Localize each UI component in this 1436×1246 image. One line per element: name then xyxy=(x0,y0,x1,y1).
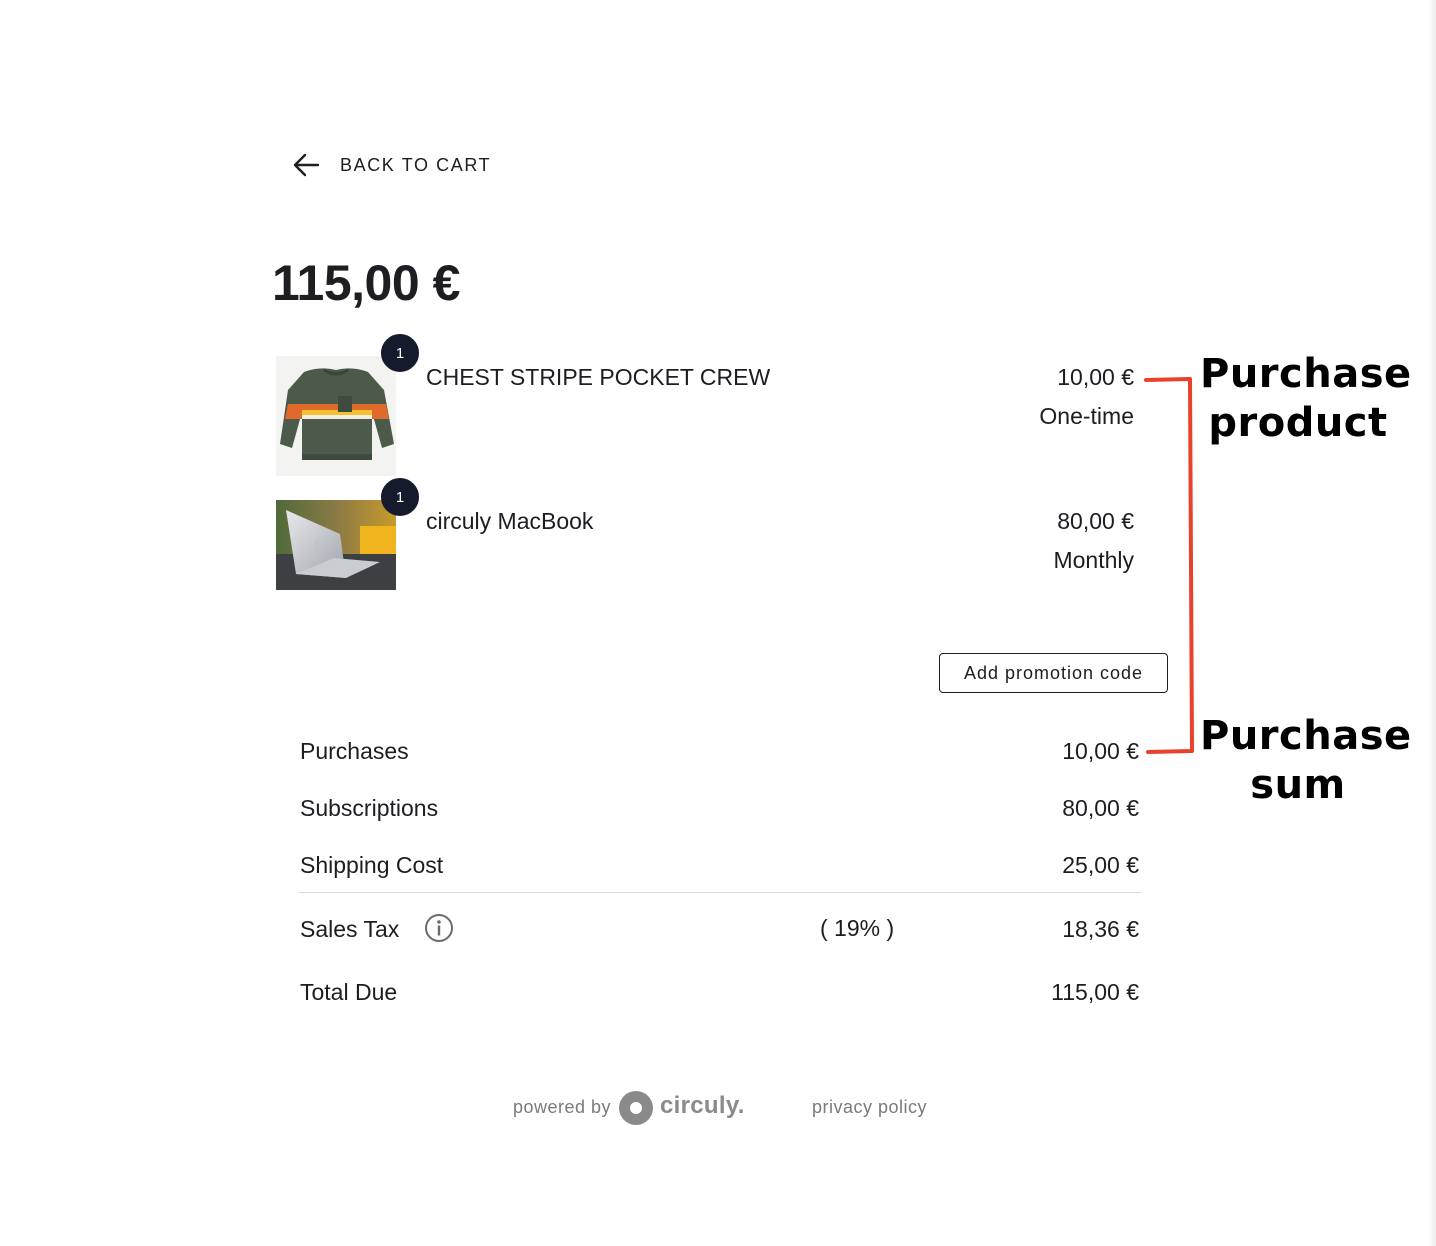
annotation-line: Purchase xyxy=(1200,713,1412,759)
annotation-line: product xyxy=(1208,400,1388,446)
annotation-line: Purchase xyxy=(1200,351,1412,397)
annotation-bracket xyxy=(1144,377,1194,754)
annotation-purchase-sum: Purchase sum xyxy=(1200,712,1412,810)
annotation-purchase-product: Purchase product xyxy=(1200,350,1412,448)
annotation-line: sum xyxy=(1250,762,1346,808)
